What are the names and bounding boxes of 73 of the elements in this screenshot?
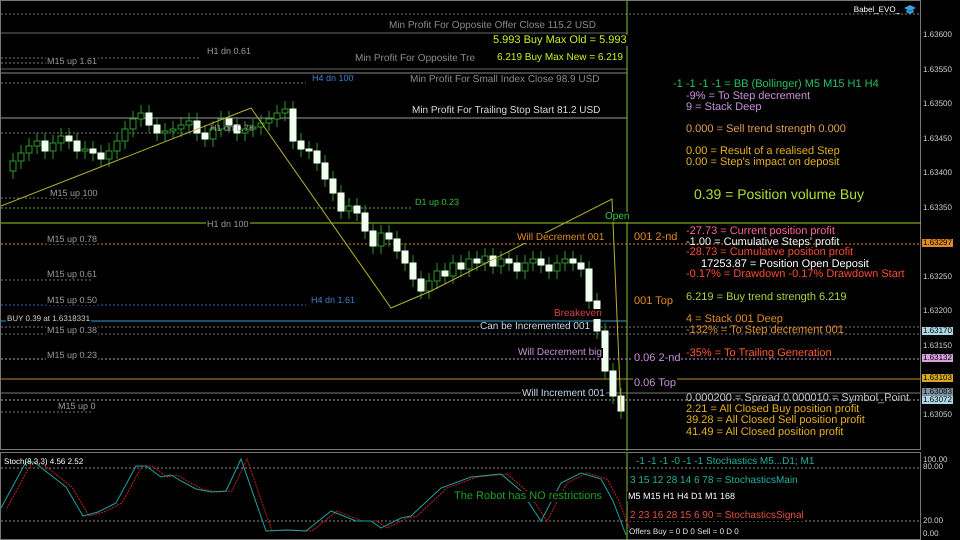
level-label: Min Profit For Trailing Stop Start 81.2 USD xyxy=(411,106,602,116)
price-tick-label: 1.63170 xyxy=(922,327,953,335)
price-tick-label: 1.63400 xyxy=(922,169,953,177)
price-tick-label: 1.63500 xyxy=(922,100,953,108)
level-label: Breakeven xyxy=(553,309,603,319)
level-label: BUY 0.39 at 1.6318331 xyxy=(6,315,92,323)
price-tick-label: 1.63350 xyxy=(922,204,953,212)
level-label: 0.06 2-nd xyxy=(633,353,682,364)
level-label: M15 up 0 xyxy=(57,402,97,411)
level-label: 6.219 Buy Max New = 6.219 xyxy=(496,53,624,63)
level-label: Open xyxy=(604,212,630,222)
price-tick-label: 1.63200 xyxy=(922,307,953,315)
info-line: 0.000200 = Spread 0.000010 = Symbol_Point xyxy=(686,393,910,404)
info-line: -27.73 = Current position profit xyxy=(686,226,835,237)
level-label: 5.993 Buy Max Old = 5.993 xyxy=(492,35,628,46)
indicator-tick-label: 20.00 xyxy=(923,517,944,525)
info-line: 9 = Stack Deep xyxy=(686,102,762,113)
level-label: Will Decrement big xyxy=(517,348,603,358)
level-label: H4 dn 100 xyxy=(311,74,355,83)
price-tick-label: 1.63083 xyxy=(922,388,953,396)
level-label: M15 up 0.50 xyxy=(46,296,98,305)
info-line: 0.00 = Result of a realised Step xyxy=(686,146,840,157)
level-label: D1 up 0.23 xyxy=(414,198,460,207)
indicator-tick-label: 0.00 xyxy=(923,530,939,538)
info-line: 4 = Stack 001 Deep xyxy=(686,314,783,325)
level-label: M15 up 0.23 xyxy=(46,351,98,360)
price-tick-label: 1.63450 xyxy=(922,135,953,143)
level-label: M15 up 1.61 xyxy=(46,57,98,66)
price-tick-label: 1.63600 xyxy=(922,31,953,39)
price-tick-label: 1.63250 xyxy=(922,273,953,281)
price-tick-label: 1.63103 xyxy=(922,374,953,382)
level-label: Min Profit For Small Index Close 98.9 USD xyxy=(409,75,601,85)
price-tick-label: 1.63550 xyxy=(922,66,953,74)
chart-title: Babel_EVO_ xyxy=(854,4,900,16)
price-tick-label: 1.63297 xyxy=(922,239,953,247)
level-label: Can be Incremented 001 xyxy=(479,322,592,332)
info-line: 0.000 = Sell trend strength 0.000 xyxy=(686,124,846,135)
indicator-tick-label: 80.00 xyxy=(923,463,944,471)
info-line: -35% = To Trailing Generation xyxy=(686,348,832,359)
level-label: H4 dn 1.61 xyxy=(310,296,356,305)
level-label: Will Decrement 001 xyxy=(516,233,606,243)
level-label: Min Profit For Opposite Tre xyxy=(354,54,476,64)
level-label: M15 up 0.61 xyxy=(46,270,98,279)
level-label: Min Profit For Opposite Offer Close 115.2 USD xyxy=(388,21,597,31)
price-tick-label: 1.63150 xyxy=(922,342,953,350)
info-line: 0.39 = Position volume Buy xyxy=(694,187,864,201)
info-line: 39.28 = All Closed Sell position profit xyxy=(686,415,865,426)
info-line: -1 -1 -1 -1 = BB (Bollinger) M5 M15 H1 H4 xyxy=(673,79,879,90)
price-tick-label: 1.63072 xyxy=(922,396,953,404)
level-label: H1 dn 100 xyxy=(206,220,250,229)
level-label: 001 2-nd xyxy=(633,232,678,243)
info-line: 17253.87 = Position Open Deposit xyxy=(701,259,869,270)
graduation-cap-icon xyxy=(904,5,916,15)
level-label: M15 up 0.78 xyxy=(46,235,98,244)
info-line: -28.73 = Cumulative position profit xyxy=(686,247,854,258)
level-label: M15 up 0.38 xyxy=(46,326,98,335)
info-line: 41.49 = All Closed position profit xyxy=(686,427,844,438)
level-label: 001 Top xyxy=(633,296,674,307)
level-label: Will Increment 001 xyxy=(521,389,606,399)
info-line: -0.17% = Drawdown -0.17% Drawdown Start xyxy=(686,269,905,280)
info-line: 6.219 = Buy trend strength 6.219 xyxy=(686,292,847,303)
info-line: -1.00 = Cumulative Steps' profit xyxy=(686,237,840,248)
info-line: -9% = To Step decrement xyxy=(686,91,810,102)
price-tick-label: 1.63050 xyxy=(922,411,953,419)
indicator-title: Stoch(8,3,3) 4.56 2.52 xyxy=(4,456,84,468)
level-label: 0.06 Top xyxy=(633,378,678,389)
info-line: -132% = To Step decrement 001 xyxy=(686,325,844,336)
level-label: M15 up 100 xyxy=(49,189,99,198)
level-label: H1 dn 0.61 xyxy=(206,47,252,56)
price-tick-label: 1.63132 xyxy=(922,354,953,362)
info-line: 0.00 = Step's impact on deposit xyxy=(686,157,840,168)
info-line: 2.21 = All Closed Buy position profit xyxy=(686,404,860,415)
indicator-tick-label: 100.00 xyxy=(923,456,948,464)
